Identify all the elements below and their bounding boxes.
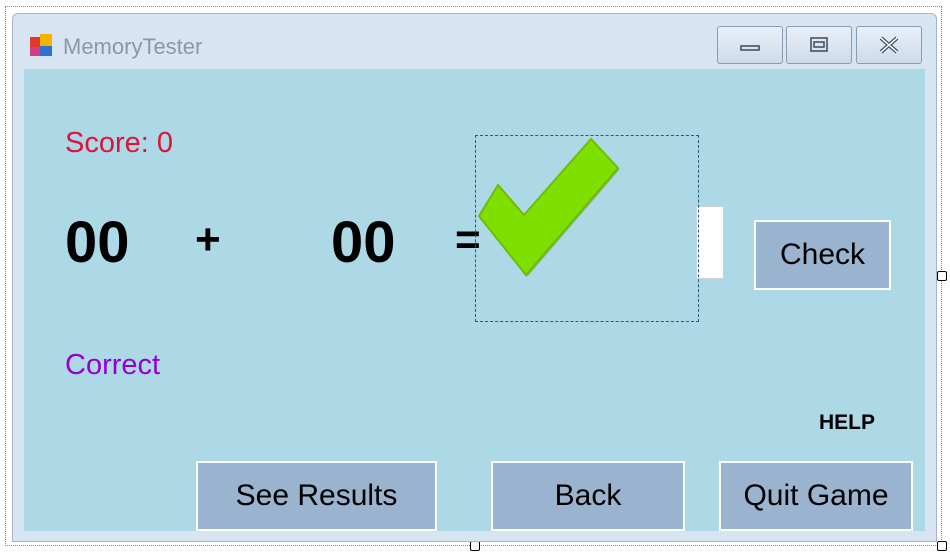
- operand-1: 00: [65, 210, 130, 275]
- app-icon: [28, 34, 54, 58]
- quit-game-button[interactable]: Quit Game: [719, 461, 913, 531]
- checkmark-icon: [477, 137, 620, 277]
- close-button[interactable]: [856, 26, 922, 64]
- close-icon: [879, 36, 899, 54]
- back-button[interactable]: Back: [491, 461, 685, 531]
- minimize-button[interactable]: [717, 26, 783, 64]
- operand-2: 00: [331, 210, 396, 275]
- score-label: Score: 0: [65, 127, 173, 159]
- maximize-icon: [810, 37, 828, 52]
- resize-handle-corner[interactable]: [937, 541, 947, 551]
- check-button[interactable]: Check: [754, 220, 891, 290]
- window-title: MemoryTester: [63, 34, 203, 59]
- game-panel: Score: 0 00 + 00 = Check Correct HELP Se…: [24, 69, 925, 531]
- result-picture-box: [475, 135, 699, 322]
- minimize-icon: [740, 45, 760, 51]
- app-window: MemoryTester Score: 0 00 + 00 = Check Co…: [12, 13, 937, 542]
- title-bar: MemoryTester: [13, 14, 936, 68]
- resize-handle-right[interactable]: [937, 271, 947, 281]
- operator-label: +: [195, 215, 221, 264]
- resize-handle-bottom[interactable]: [470, 541, 480, 551]
- answer-input[interactable]: [696, 206, 724, 279]
- maximize-button[interactable]: [786, 26, 852, 64]
- see-results-button[interactable]: See Results: [196, 461, 437, 531]
- help-link[interactable]: HELP: [819, 411, 875, 435]
- result-label: Correct: [65, 349, 161, 381]
